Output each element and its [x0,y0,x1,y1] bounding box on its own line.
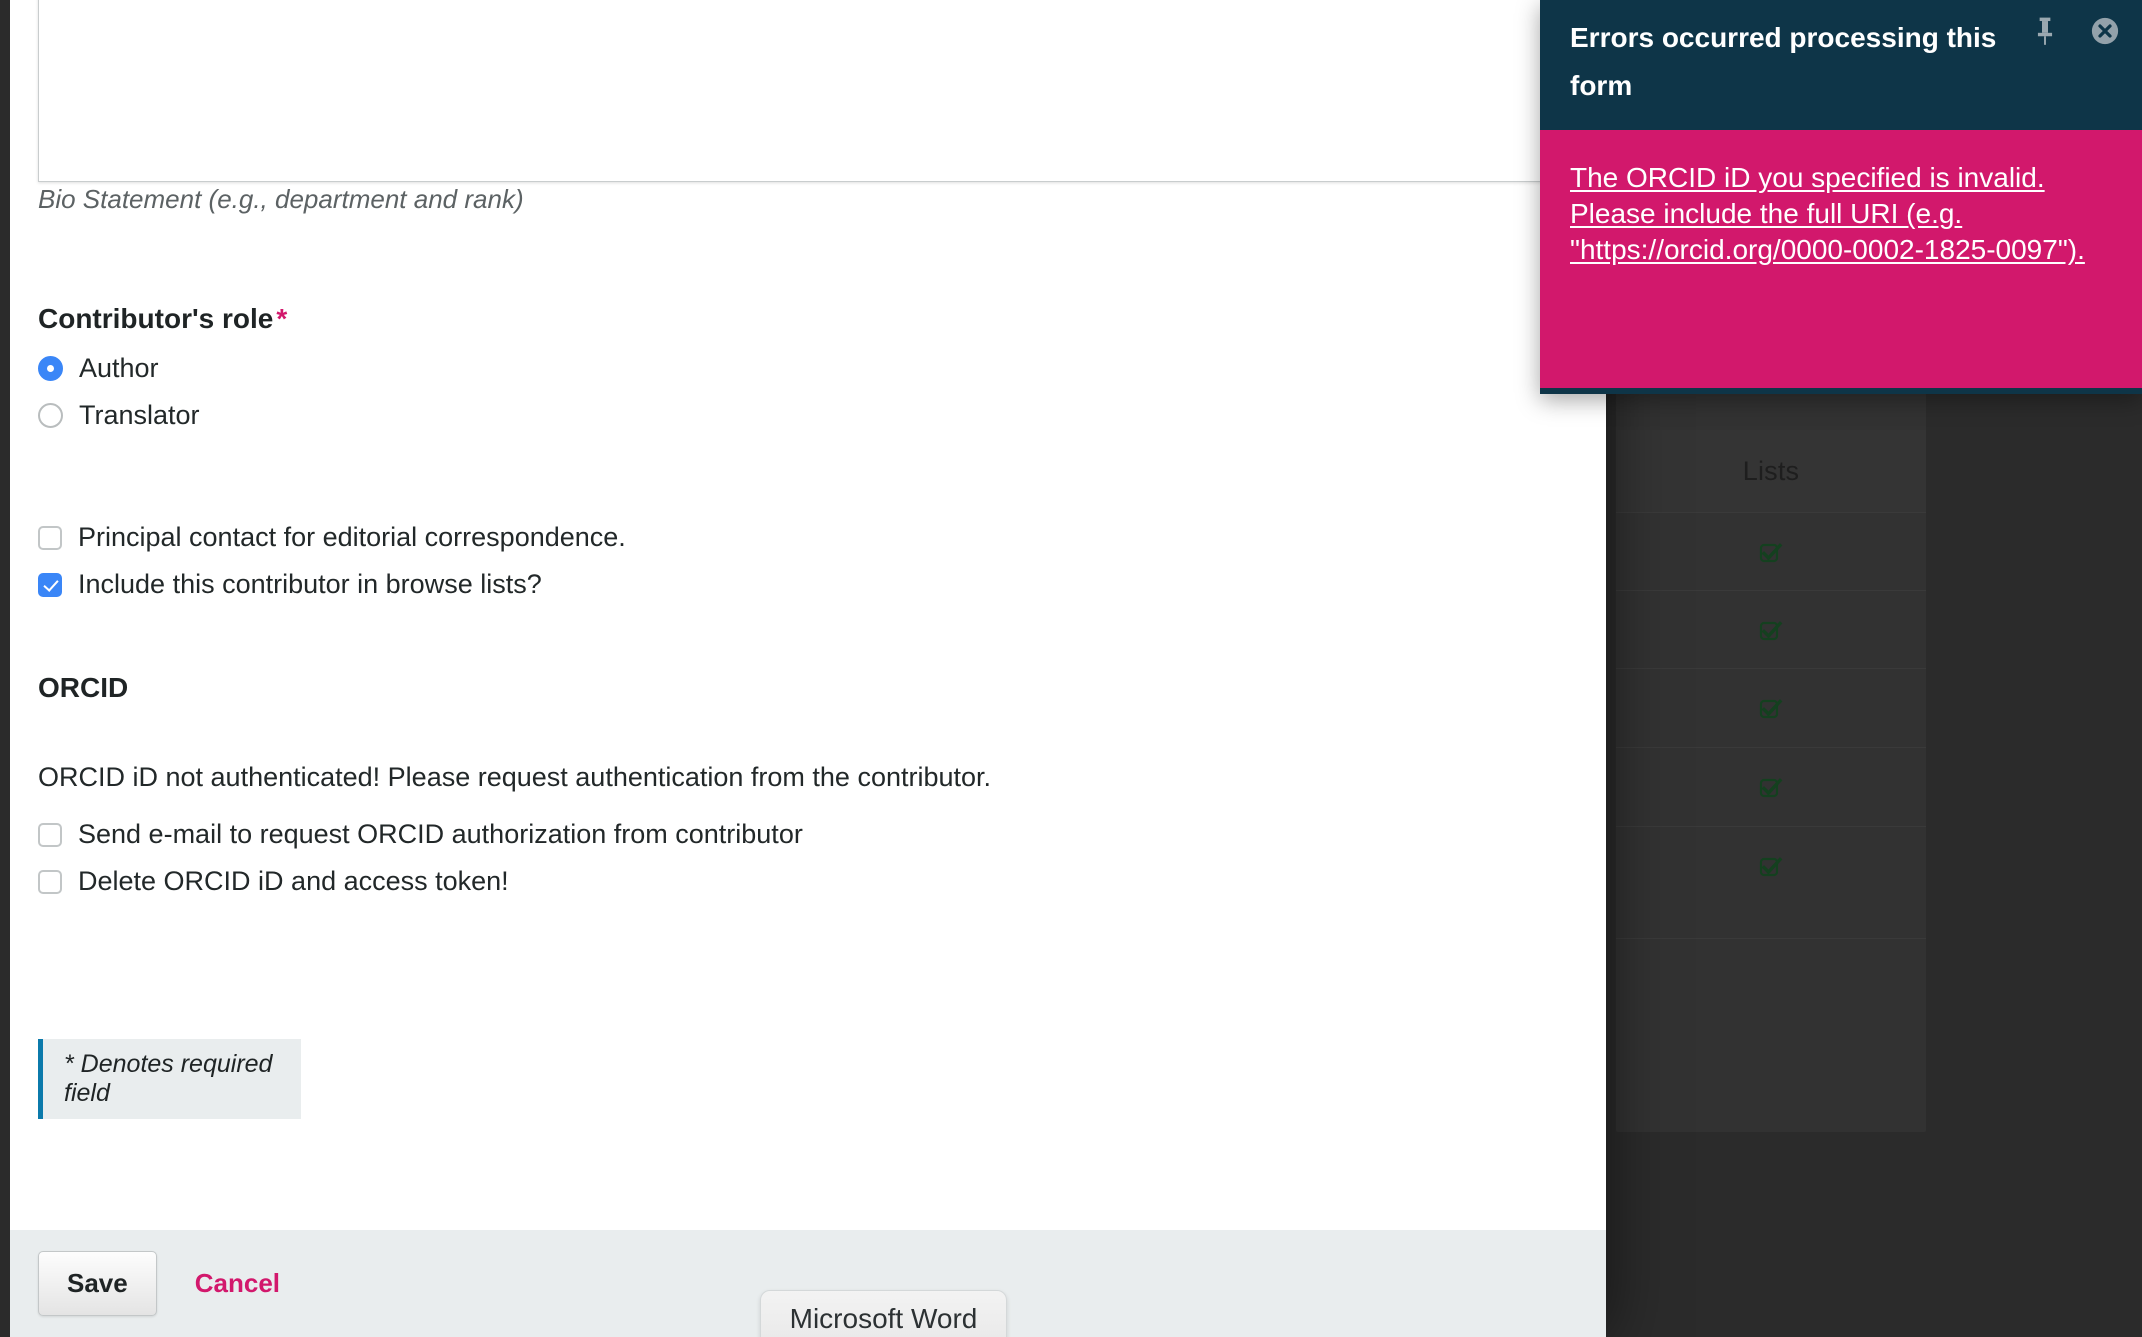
radio-label-translator: Translator [79,400,200,430]
background-table-row[interactable] [1616,590,1926,671]
background-table-row[interactable] [1616,747,1926,828]
required-field-note: * Denotes required field [38,1039,301,1119]
save-button[interactable]: Save [38,1251,157,1316]
checkbox-label-send-orcid-email: Send e-mail to request ORCID authorizati… [78,819,803,849]
error-notification-header: Errors occurred processing this form [1540,0,2142,130]
checkbox-principal-contact[interactable]: Principal contact for editorial correspo… [38,524,626,551]
checkbox-indicator-delete-orcid[interactable] [38,869,62,894]
error-notification-body: The ORCID iD you specified is invalid. P… [1540,130,2142,394]
checkbox-label-principal-contact: Principal contact for editorial correspo… [78,522,626,552]
background-column-header-label: Lists [1742,455,1800,486]
bio-statement-label: Bio Statement (e.g., department and rank… [38,184,524,214]
screen-root: Lists Bio Statement (e.g., department an… [0,0,2142,1337]
radio-indicator-translator[interactable] [38,403,63,428]
background-table-row[interactable] [1616,826,1926,907]
checkbox-indicator-send-orcid-email[interactable] [38,822,62,847]
close-circle-icon[interactable] [2090,16,2120,46]
microsoft-word-chip-label: Microsoft Word [789,1303,978,1334]
checkbox-delete-orcid[interactable]: Delete ORCID iD and access token! [38,868,509,895]
checked-box-icon [1759,621,1783,641]
checked-box-icon [1759,699,1783,719]
orcid-heading: ORCID [38,672,129,703]
bio-statement-textarea[interactable] [38,0,1543,182]
error-notification-actions [2032,16,2120,46]
checkbox-send-orcid-email[interactable]: Send e-mail to request ORCID authorizati… [38,821,803,848]
required-asterisk: * [276,303,288,334]
checkbox-label-include-browse-lists: Include this contributor in browse lists… [78,569,542,599]
error-notification-title: Errors occurred processing this form [1570,22,1997,102]
error-notification: Errors occurred processing this form The… [1540,0,2142,394]
required-field-note-text: * Denotes required field [64,1050,273,1107]
background-table-divider [1616,938,1926,939]
contributor-role-heading: Contributor's role * [38,303,287,335]
error-notification-message[interactable]: The ORCID iD you specified is invalid. P… [1570,160,2112,267]
checkbox-label-delete-orcid: Delete ORCID iD and access token! [78,866,509,896]
orcid-status-text: ORCID iD not authenticated! Please reque… [38,762,992,792]
background-column-header-lists: Lists [1616,430,1926,512]
microsoft-word-chip[interactable]: Microsoft Word [760,1290,1007,1337]
contributor-edit-modal: Bio Statement (e.g., department and rank… [10,0,1606,1337]
checkbox-include-browse-lists[interactable]: Include this contributor in browse lists… [38,571,542,598]
checked-box-icon [1759,543,1783,563]
modal-body: Bio Statement (e.g., department and rank… [10,0,1606,1230]
cancel-button[interactable]: Cancel [195,1268,280,1299]
checkbox-indicator-principal-contact[interactable] [38,525,62,550]
radio-option-author[interactable]: Author [38,355,159,382]
left-backdrop-sliver [0,0,10,1337]
pin-icon[interactable] [2032,16,2058,46]
background-table-row[interactable] [1616,512,1926,593]
background-table-row[interactable] [1616,668,1926,749]
contributor-role-label: Contributor's role [38,303,274,334]
checked-box-icon [1759,778,1783,798]
radio-option-translator[interactable]: Translator [38,402,200,429]
checked-box-icon [1759,857,1783,877]
radio-indicator-author[interactable] [38,356,63,381]
checkbox-indicator-include-browse-lists[interactable] [38,572,62,597]
radio-label-author: Author [79,353,159,383]
